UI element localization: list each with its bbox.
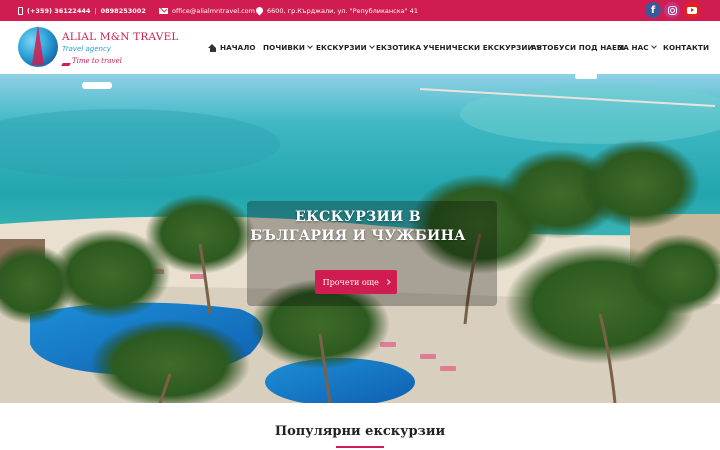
read-more-label: Прочети още	[322, 277, 379, 287]
nav-item-label: НАЧАЛО	[220, 43, 256, 52]
site-header: ALIAL M&N TRAVEL Travel agency Time to t…	[0, 21, 720, 74]
phone-contact[interactable]: (+359) 36122444 | 0898253002	[18, 0, 146, 21]
phone-number-1[interactable]: (+359) 36122444	[27, 7, 90, 15]
envelope-icon	[159, 7, 168, 14]
nav-item-bus-rental[interactable]: АВТОБУСИ ПОД НАЕМ	[531, 21, 624, 74]
nav-item-about-us[interactable]: ЗА НАС	[618, 21, 657, 74]
chevron-down-icon	[650, 43, 657, 49]
chevron-down-icon	[307, 43, 313, 49]
address-contact: 6600, гр.Кърджали, ул. "Републиканска" 4…	[254, 0, 418, 21]
nav-item-label: ПОЧИВКИ	[263, 43, 306, 52]
map-pin-icon	[254, 5, 265, 16]
instagram-icon[interactable]	[664, 2, 680, 18]
nav-item-label: ЕКЗОТИКА	[376, 43, 422, 52]
logo-slogan: Time to travel	[72, 57, 122, 65]
email-address[interactable]: office@alialmntravel.com	[172, 7, 255, 15]
nav-item-exotic[interactable]: ЕКЗОТИКА	[376, 21, 421, 74]
nav-item-contacts[interactable]: КОНТАКТИ	[663, 21, 709, 74]
logo-subtitle: Travel agency	[62, 45, 111, 53]
nav-item-vacations[interactable]: ПОЧИВКИ	[263, 21, 313, 74]
nav-item-label: ЗА НАС	[618, 43, 649, 52]
address-text: 6600, гр.Кърджали, ул. "Републиканска" 4…	[267, 6, 418, 15]
nav-item-excursions[interactable]: ЕКСКУРЗИИ	[316, 21, 375, 74]
facebook-glyph: f	[650, 4, 656, 16]
youtube-icon[interactable]	[684, 2, 700, 18]
nav-item-student-excursions[interactable]: УЧЕНИЧЕСКИ ЕКСКУРЗИИ	[423, 21, 542, 74]
logo-title: ALIAL M&N TRAVEL	[62, 31, 179, 43]
home-icon	[208, 43, 217, 52]
phone-icon	[18, 6, 23, 15]
popular-excursions-title: Популярни екскурзии	[274, 424, 446, 439]
nav-item-label: АВТОБУСИ ПОД НАЕМ	[531, 43, 625, 52]
hero-title: ЕКСКУРЗИИ В БЪЛГАРИЯ И ЧУЖБИНА	[250, 209, 466, 244]
nav-item-label: УЧЕНИЧЕСКИ ЕКСКУРЗИИ	[423, 43, 534, 52]
read-more-button[interactable]: Прочети още	[315, 270, 397, 294]
phone-separator: |	[94, 6, 97, 15]
eiffel-tower-logo-icon	[32, 25, 44, 65]
top-contact-bar: (+359) 36122444 | 0898253002 office@alia…	[0, 0, 720, 21]
nav-item-home[interactable]: НАЧАЛО	[208, 21, 256, 74]
chevron-right-icon	[385, 279, 391, 285]
nav-item-label: КОНТАКТИ	[663, 43, 710, 52]
chevron-down-icon	[368, 43, 375, 49]
airplane-icon	[61, 63, 71, 66]
site-logo[interactable]: ALIAL M&N TRAVEL Travel agency Time to t…	[18, 25, 178, 71]
hero-banner: ЕКСКУРЗИИ В БЪЛГАРИЯ И ЧУЖБИНА Прочети о…	[0, 74, 720, 403]
phone-number-2[interactable]: 0898253002	[101, 7, 146, 15]
title-underline	[336, 446, 384, 448]
facebook-icon[interactable]: f	[645, 2, 661, 18]
email-contact[interactable]: office@alialmntravel.com	[159, 0, 255, 21]
nav-item-label: ЕКСКУРЗИИ	[316, 43, 367, 52]
